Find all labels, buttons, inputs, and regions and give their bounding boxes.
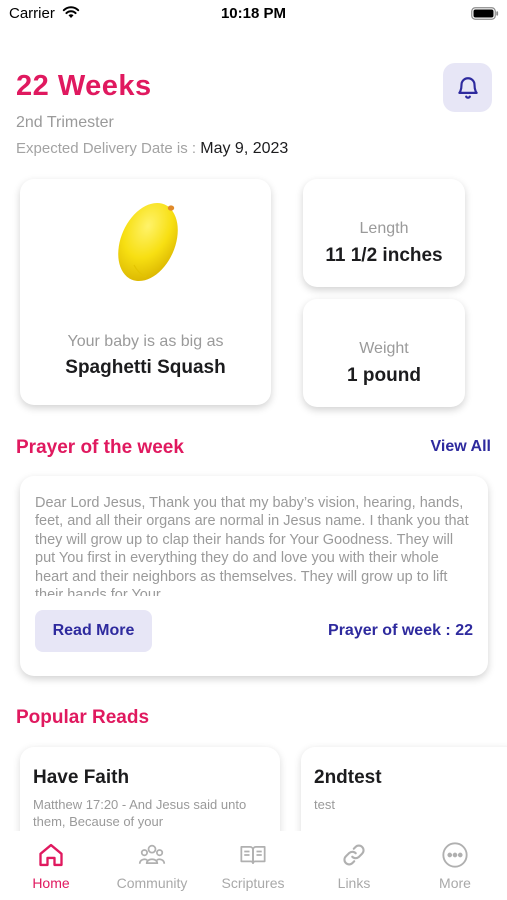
- length-label: Length: [359, 220, 409, 237]
- size-caption: Your baby is as big as: [67, 333, 224, 350]
- prayer-week-label: Prayer of week : 22: [328, 622, 473, 639]
- tab-more-label: More: [439, 875, 471, 891]
- tab-community-label: Community: [116, 875, 188, 891]
- community-icon: [138, 844, 166, 865]
- prayer-card: Dear Lord Jesus, Thank you that my baby’…: [20, 476, 488, 676]
- read-card-title: 2ndtest: [314, 767, 382, 788]
- status-time: 10:18 PM: [220, 5, 287, 22]
- prayer-text: Dear Lord Jesus, Thank you that my baby’…: [35, 495, 469, 596]
- tab-home[interactable]: Home: [6, 841, 96, 891]
- link-icon: [343, 844, 365, 866]
- tab-scriptures[interactable]: Scriptures: [208, 841, 298, 891]
- weeks-title: 22 Weeks: [16, 70, 152, 102]
- popular-reads-title: Popular Reads: [16, 707, 150, 728]
- weight-label: Weight: [359, 340, 409, 357]
- tab-links[interactable]: Links: [309, 841, 399, 891]
- delivery-date: May 9, 2023: [200, 140, 289, 157]
- read-more-button[interactable]: Read More: [35, 610, 152, 652]
- tab-scriptures-label: Scriptures: [221, 875, 285, 891]
- notifications-button[interactable]: [443, 63, 492, 112]
- popular-reads-list: Have Faith Matthew 17:20 - And Jesus sai…: [0, 735, 507, 831]
- length-card: Length 11 1/2 inches: [303, 179, 465, 287]
- read-card-2ndtest[interactable]: 2ndtest test: [301, 747, 507, 831]
- tab-links-label: Links: [337, 875, 371, 891]
- status-bar: Carrier 10:18 PM: [0, 0, 507, 32]
- battery-icon: [471, 7, 499, 25]
- delivery-label: Expected Delivery Date is :: [16, 140, 197, 157]
- size-fruit-name: Spaghetti Squash: [65, 357, 226, 378]
- home-icon: [39, 843, 63, 867]
- delivery-row: Expected Delivery Date is : May 9, 2023: [16, 140, 288, 158]
- more-icon: [442, 842, 468, 868]
- tab-community[interactable]: Community: [107, 841, 197, 891]
- tab-home-label: Home: [32, 875, 70, 891]
- read-card-title: Have Faith: [33, 767, 130, 788]
- spaghetti-squash-image: [118, 202, 178, 282]
- tab-bar: Home Community Scriptures Links More: [0, 831, 507, 900]
- bell-icon: [457, 76, 478, 99]
- prayer-section-title: Prayer of the week: [16, 437, 184, 458]
- book-icon: [240, 845, 266, 865]
- length-value: 11 1/2 inches: [325, 245, 443, 266]
- weight-value: 1 pound: [347, 365, 421, 386]
- read-card-excerpt: Matthew 17:20 - And Jesus said unto them…: [33, 797, 247, 829]
- tab-more[interactable]: More: [410, 841, 500, 891]
- read-card-excerpt: test: [314, 797, 335, 812]
- baby-size-card: Your baby is as big as Spaghetti Squash: [20, 179, 271, 405]
- weight-card: Weight 1 pound: [303, 299, 465, 407]
- read-card-have-faith[interactable]: Have Faith Matthew 17:20 - And Jesus sai…: [20, 747, 280, 831]
- view-all-link[interactable]: View All: [431, 438, 491, 456]
- trimester-label: 2nd Trimester: [16, 114, 114, 131]
